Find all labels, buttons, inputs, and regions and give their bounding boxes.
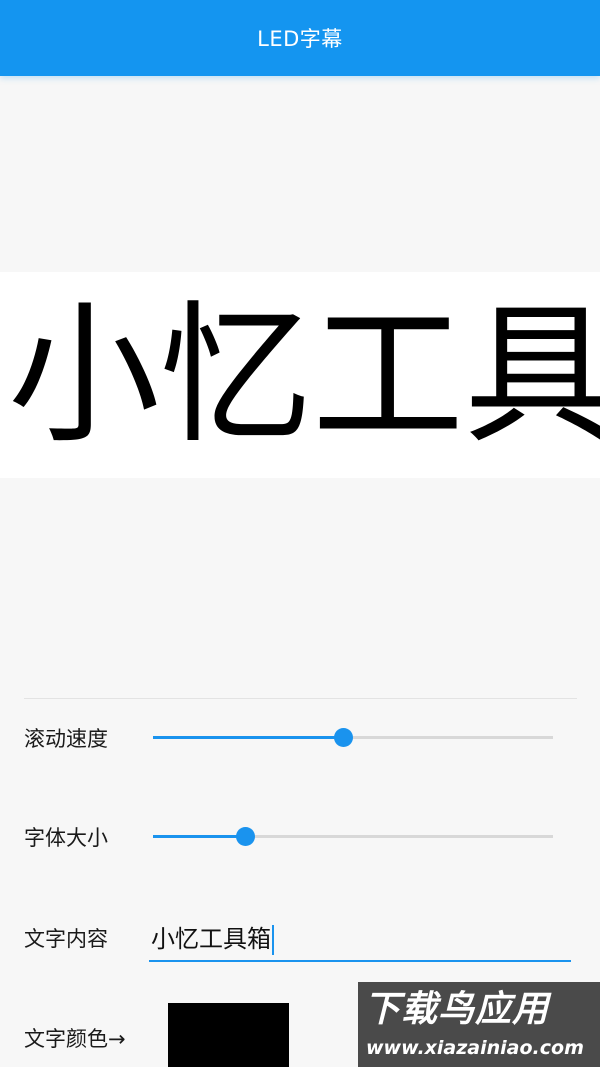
size-label: 字体大小	[24, 826, 108, 850]
content-label: 文字内容	[24, 927, 108, 951]
watermark-logo: 下载鸟应用 www.xiazainiao.com	[358, 982, 600, 1067]
speed-slider-fill	[153, 736, 343, 739]
led-display: 小忆工具	[0, 272, 600, 478]
app-title: LED字幕	[257, 27, 343, 51]
text-caret	[272, 925, 274, 955]
divider	[24, 698, 577, 699]
content-input-underline	[149, 960, 571, 962]
size-slider-fill	[153, 835, 245, 838]
app-bar: LED字幕	[0, 0, 600, 76]
color-swatch-button[interactable]	[168, 1003, 289, 1067]
speed-slider[interactable]	[153, 728, 553, 748]
led-scrolling-text: 小忆工具	[8, 287, 600, 464]
speed-slider-thumb[interactable]	[334, 728, 353, 747]
watermark-title: 下载鸟应用	[364, 989, 550, 1030]
speed-label: 滚动速度	[24, 727, 108, 751]
color-label: 文字颜色→	[24, 1027, 126, 1051]
content-input[interactable]: 小忆工具箱	[149, 918, 571, 962]
size-slider[interactable]	[153, 827, 553, 847]
watermark-url: www.xiazainiao.com	[366, 1037, 584, 1059]
size-slider-thumb[interactable]	[236, 827, 255, 846]
content-input-value[interactable]: 小忆工具箱	[151, 925, 271, 953]
